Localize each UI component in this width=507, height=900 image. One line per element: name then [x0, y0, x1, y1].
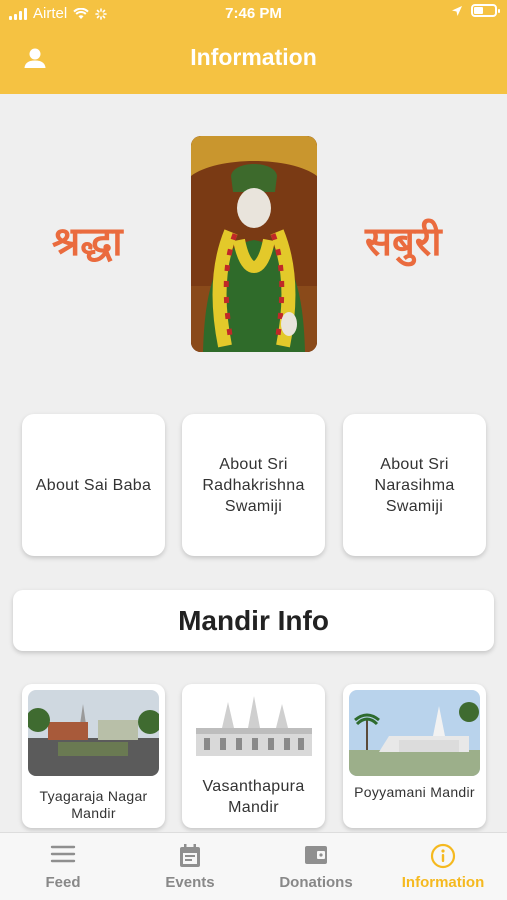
hero-word-saburi: सबुरी — [365, 219, 442, 265]
mandir-card-vasanthapura[interactable]: Vasanthapura Mandir — [182, 684, 325, 828]
mandir-card-tyagaraja-nagar[interactable]: Tyagaraja Nagar Mandir — [22, 684, 165, 828]
battery-icon — [471, 4, 500, 17]
mandir-thumbnail — [349, 690, 480, 776]
location-icon — [452, 5, 462, 16]
card-label: About Sai Baba — [35, 476, 152, 494]
tab-information[interactable]: Information — [380, 833, 506, 900]
card-label: About Sri Radhakrishna Swamiji — [202, 455, 305, 515]
mandir-name: Vasanthapura Mandir — [202, 778, 305, 816]
tab-label: Events — [165, 874, 215, 891]
sai-baba-image — [191, 136, 317, 352]
about-radhakrishna-swamiji-card[interactable]: About Sri Radhakrishna Swamiji — [182, 414, 325, 556]
hero-word-shraddha: श्रद्धा — [52, 219, 123, 265]
tab-donations[interactable]: Donations — [253, 833, 379, 900]
tab-feed[interactable]: Feed — [0, 833, 126, 900]
bottom-tab-bar: Feed Events Donations Information — [0, 832, 507, 900]
tab-label: Information — [401, 874, 485, 891]
page-title: Information — [190, 44, 317, 70]
info-icon — [430, 843, 456, 869]
mandir-name: Poyyamani Mandir — [354, 784, 475, 800]
header-bar: Airtel 7:46 PM Information — [0, 0, 507, 94]
mandir-name: Tyagaraja Nagar Mandir — [39, 788, 148, 821]
status-time: 7:46 PM — [225, 5, 282, 22]
tab-label: Donations — [279, 874, 353, 891]
menu-icon — [50, 845, 76, 863]
mandir-info-header[interactable]: Mandir Info — [13, 590, 494, 651]
section-title: Mandir Info — [178, 604, 329, 636]
mandir-thumbnail — [188, 690, 319, 760]
calendar-icon — [180, 844, 200, 867]
tab-label: Feed — [45, 874, 81, 891]
tab-events[interactable]: Events — [127, 833, 253, 900]
card-label: About Sri Narasihma Swamiji — [374, 455, 455, 515]
about-sai-baba-card[interactable]: About Sai Baba — [22, 414, 165, 556]
wallet-icon — [305, 846, 327, 864]
about-narasihma-swamiji-card[interactable]: About Sri Narasihma Swamiji — [343, 414, 486, 556]
status-bar: Airtel 7:46 PM — [0, 0, 507, 28]
mandir-thumbnail — [28, 690, 159, 776]
mandir-card-poyyamani[interactable]: Poyyamani Mandir — [343, 684, 486, 828]
